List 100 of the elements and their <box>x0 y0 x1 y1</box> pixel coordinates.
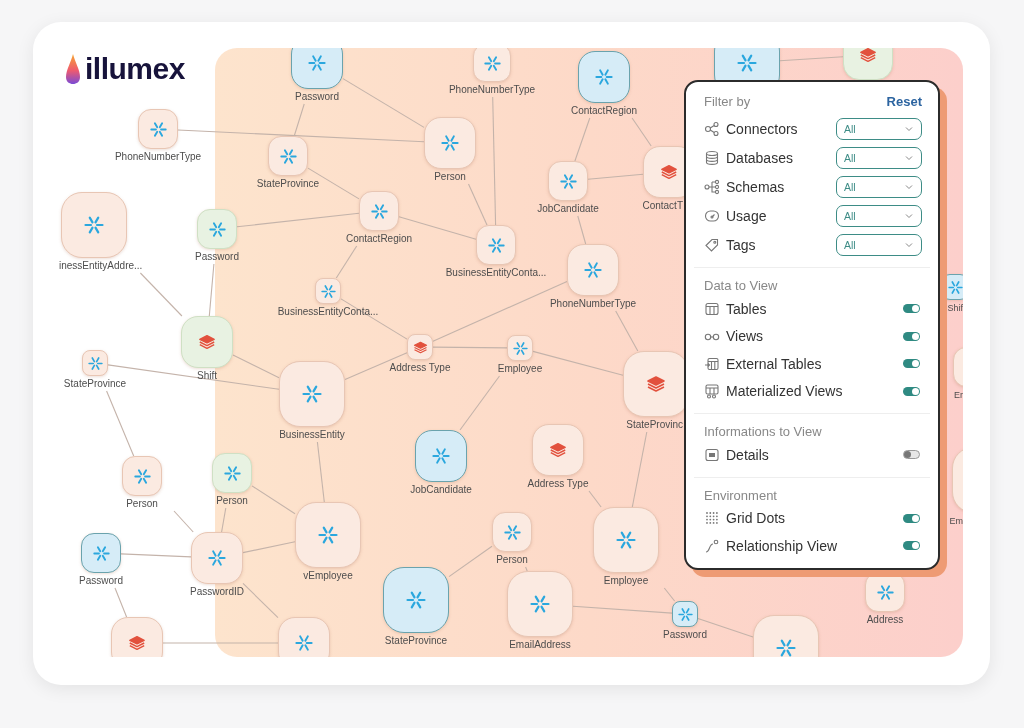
table-node[interactable] <box>548 161 588 201</box>
table-node[interactable] <box>61 192 127 258</box>
toggle-switch[interactable] <box>903 513 920 523</box>
node-label: Employee <box>497 363 543 375</box>
table-node[interactable] <box>672 601 698 627</box>
gauge-icon <box>704 207 720 224</box>
toggle-switch[interactable] <box>903 386 920 396</box>
filter-dropdown[interactable]: All <box>836 175 922 198</box>
snowflake-icon <box>208 549 226 567</box>
filter-label: Connectors <box>726 120 799 137</box>
filter-dropdown[interactable]: All <box>836 146 922 169</box>
node-label: BusinessEntity <box>279 429 345 441</box>
table-node[interactable] <box>473 48 511 82</box>
snowflake-icon <box>87 355 103 371</box>
node-label: Person <box>496 554 528 566</box>
layers-icon <box>198 333 216 351</box>
toggle-switch[interactable] <box>903 541 920 551</box>
reset-button[interactable]: Reset <box>886 94 922 109</box>
table-node[interactable] <box>122 456 162 496</box>
option-label: Views <box>726 328 765 345</box>
filter-dropdown[interactable]: All <box>836 204 922 227</box>
snowflake-icon <box>530 594 550 614</box>
node-label: PhoneNumberType <box>448 84 536 96</box>
snowflake-icon <box>616 530 636 550</box>
layers-icon <box>128 634 146 652</box>
filter-dropdown[interactable]: All <box>836 233 922 256</box>
chevron-down-icon <box>905 125 913 132</box>
table-node[interactable] <box>593 507 659 573</box>
table-node[interactable] <box>291 48 343 89</box>
toggle-switch[interactable] <box>903 450 920 460</box>
filter-label: Schemas <box>726 178 786 195</box>
layers-icon <box>412 339 428 355</box>
table-node[interactable] <box>383 567 449 633</box>
table-node[interactable] <box>532 424 584 476</box>
connector-line <box>459 375 501 431</box>
table-node[interactable] <box>138 109 178 149</box>
node-label: Password <box>663 629 707 641</box>
layers-icon <box>646 374 666 394</box>
node-label: Person <box>216 495 248 507</box>
table-node[interactable] <box>191 532 243 584</box>
toggle-switch[interactable] <box>903 331 920 341</box>
snowflake-icon <box>432 447 450 465</box>
node-label: StateProvince <box>384 635 448 647</box>
section-title: Informations to View <box>704 424 823 439</box>
connector-line <box>587 173 644 180</box>
node-label: StateProvince <box>256 178 320 190</box>
connector-line <box>251 485 296 515</box>
table-node[interactable] <box>507 571 573 637</box>
node-label: Address Type <box>389 362 451 374</box>
option-label: Materialized Views <box>726 383 844 400</box>
option-label: External Tables <box>726 355 823 372</box>
snowflake-icon <box>876 583 894 601</box>
snowflake-icon <box>84 215 104 235</box>
node-label: BusinessEntityConta... <box>277 306 379 318</box>
connector-line <box>574 117 591 162</box>
table-node[interactable] <box>279 361 345 427</box>
node-label: Address Type <box>527 478 589 490</box>
table-node[interactable] <box>82 350 108 376</box>
option-label: Grid Dots <box>726 510 787 527</box>
snowflake-icon <box>487 236 505 254</box>
snowflake-icon <box>370 202 388 220</box>
node-label: PhoneNumberType <box>114 151 202 163</box>
node-label: inessEntityAddre... <box>59 260 143 272</box>
curve-icon <box>704 537 720 554</box>
snowflake-icon <box>318 525 338 545</box>
toggle-switch[interactable] <box>903 304 920 314</box>
table-node[interactable] <box>315 278 341 304</box>
table-node[interactable] <box>578 51 630 103</box>
node-label: Person <box>434 171 466 183</box>
connector-line <box>114 587 128 618</box>
table-node[interactable] <box>424 117 476 169</box>
snowflake-icon <box>302 384 322 404</box>
table-node[interactable] <box>111 617 163 657</box>
table-node[interactable] <box>407 334 433 360</box>
table-node[interactable] <box>415 430 467 482</box>
snowflake-icon <box>737 53 757 73</box>
section-title: Environment <box>704 487 778 503</box>
snowflake-icon <box>595 68 613 86</box>
connector-line <box>242 541 296 554</box>
node-label: Password <box>79 575 123 587</box>
node-label: vEmployee <box>303 570 353 582</box>
connector-line <box>631 117 652 147</box>
table-node[interactable] <box>507 335 533 361</box>
node-label: Shif <box>947 302 963 314</box>
toggle-switch[interactable] <box>903 359 920 369</box>
table-node[interactable] <box>268 136 308 176</box>
filter-dropdown[interactable]: All <box>836 117 922 140</box>
chevron-down-icon <box>905 154 913 161</box>
table-node[interactable] <box>567 244 619 296</box>
table-node[interactable] <box>476 225 516 265</box>
table-node[interactable] <box>492 512 532 552</box>
table-node[interactable] <box>278 617 330 657</box>
node-label: Password <box>295 91 339 103</box>
table-node[interactable] <box>81 533 121 573</box>
database-icon <box>704 149 720 166</box>
snowflake-icon <box>584 261 602 279</box>
table-node[interactable] <box>359 191 399 231</box>
table-node[interactable] <box>295 502 361 568</box>
connector-line <box>208 263 215 317</box>
snowflake-icon <box>406 590 426 610</box>
